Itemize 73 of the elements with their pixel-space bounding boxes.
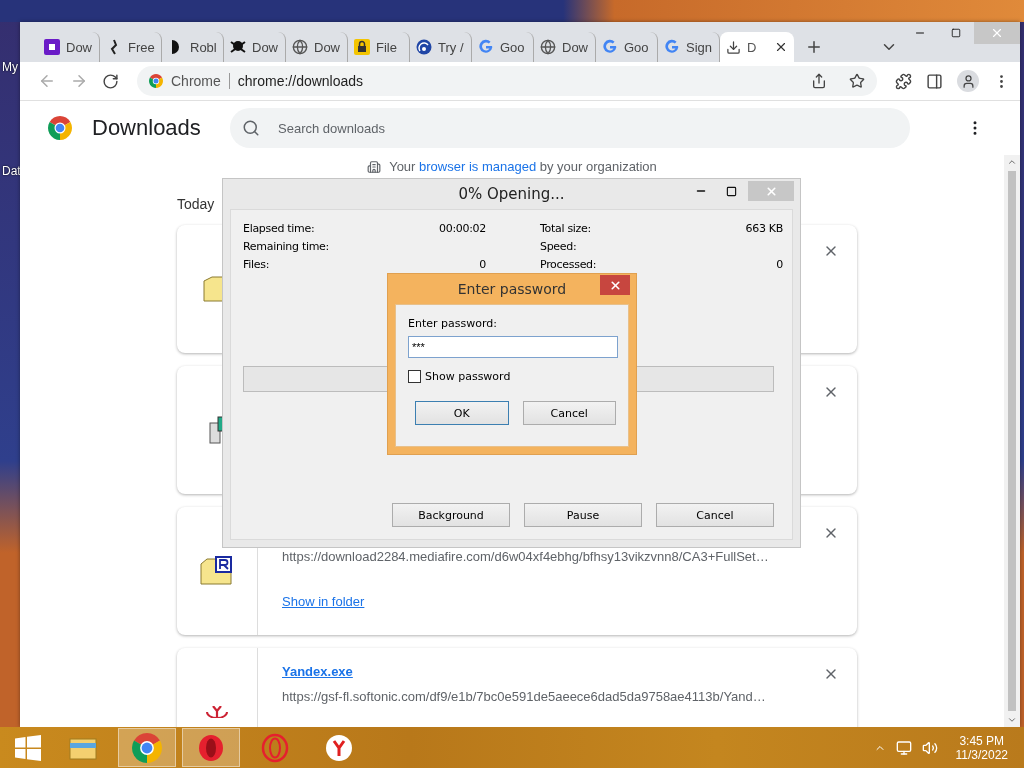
stat-label: Total size: [540,222,591,235]
google-icon [664,39,680,55]
address-bar[interactable]: Chrome chrome://downloads [137,66,877,96]
show-in-folder-link[interactable]: Show in folder [282,594,365,609]
dialog-button[interactable]: Cancel [656,503,774,527]
dialog-button[interactable]: Background [392,503,510,527]
site-label: Chrome [171,73,230,89]
download-icon [726,39,741,55]
opera-gx-icon [260,732,290,763]
scroll-down-icon[interactable] [1007,715,1017,725]
volume-icon[interactable] [921,739,938,756]
close-icon[interactable] [608,278,622,292]
scroll-up-icon[interactable] [1007,157,1017,167]
dialog-button[interactable]: Cancel [522,401,616,425]
desktop-icon-label[interactable]: Dat [2,164,21,178]
browser-tab[interactable]: D [720,32,794,62]
stat-label: Files: [243,258,270,271]
managed-link[interactable]: browser is managed [419,159,537,174]
yandex-icon [324,732,354,763]
field-label: Enter password: [408,317,498,330]
search-icon [242,119,260,137]
share-icon[interactable] [811,73,827,89]
puzzle-icon[interactable] [895,72,912,90]
stat-label: Elapsed time: [243,222,315,235]
close-button[interactable] [600,275,630,295]
archive-icon [200,556,234,586]
star-icon[interactable] [849,73,865,89]
site-icon [149,74,163,88]
dialog-button[interactable]: Pause [524,503,642,527]
checkbox-label: Show password [425,370,511,383]
search-input[interactable]: Search downloads [276,119,898,137]
lock-icon [354,39,370,55]
globe-icon [540,39,556,55]
maximize-icon[interactable] [725,185,737,197]
password-field[interactable]: *** [408,336,618,358]
stat-label: Speed: [540,240,577,253]
stat-value: 0 [479,258,486,271]
clock[interactable]: 3:45 PM 11/3/2022 [947,733,1016,762]
yandex-icon [205,706,229,718]
stat-value: 0 [776,258,783,271]
windows-icon [15,734,41,761]
download-url: https://download2284.mediafire.com/d6w04xf4ebhg/bfhsy13vikzvnn8/CA3+FullSet… [282,549,770,564]
managed-notice: Your browser is managed by your organization [389,159,657,174]
reload-icon[interactable] [102,72,119,90]
checkbox[interactable] [408,370,421,383]
download-url: https://gsf-fl.softonic.com/df9/e1b/7bc0e591de5aeece6dad5da9758ae4113b/Yand… [282,689,767,704]
side-panel-icon[interactable] [926,72,943,90]
stat-label: Remaining time: [243,240,329,253]
search-field[interactable]: Search downloads [230,108,910,148]
opera-icon [196,732,226,763]
plus-icon[interactable] [805,38,823,56]
desktop-icon-label[interactable]: My [2,60,18,74]
building-icon [367,159,382,174]
chrome-logo-icon [48,116,72,140]
stat-value: 663 KB [745,222,783,235]
google-icon [602,39,618,55]
page-title: Downloads [92,115,202,141]
scrollbar[interactable] [1004,155,1020,727]
globe-icon [292,39,308,55]
taskbar-app[interactable] [182,728,240,767]
dialog-title: Enter password [457,281,567,297]
dialog-title: 0% Opening... [458,185,565,203]
url-text: chrome://downloads [237,73,364,89]
file-link[interactable]: Yandex.exe [282,664,353,679]
stat-label: Processed: [540,258,597,271]
chrome-icon [132,732,162,763]
taskbar-app[interactable] [118,728,176,767]
stat-value: 00:00:02 [439,222,486,235]
close-tab-icon[interactable] [774,40,788,54]
date-heading: Today [177,196,216,212]
google-icon [478,39,494,55]
app-square-icon [44,39,60,55]
dialog-button[interactable]: OK [415,401,509,425]
